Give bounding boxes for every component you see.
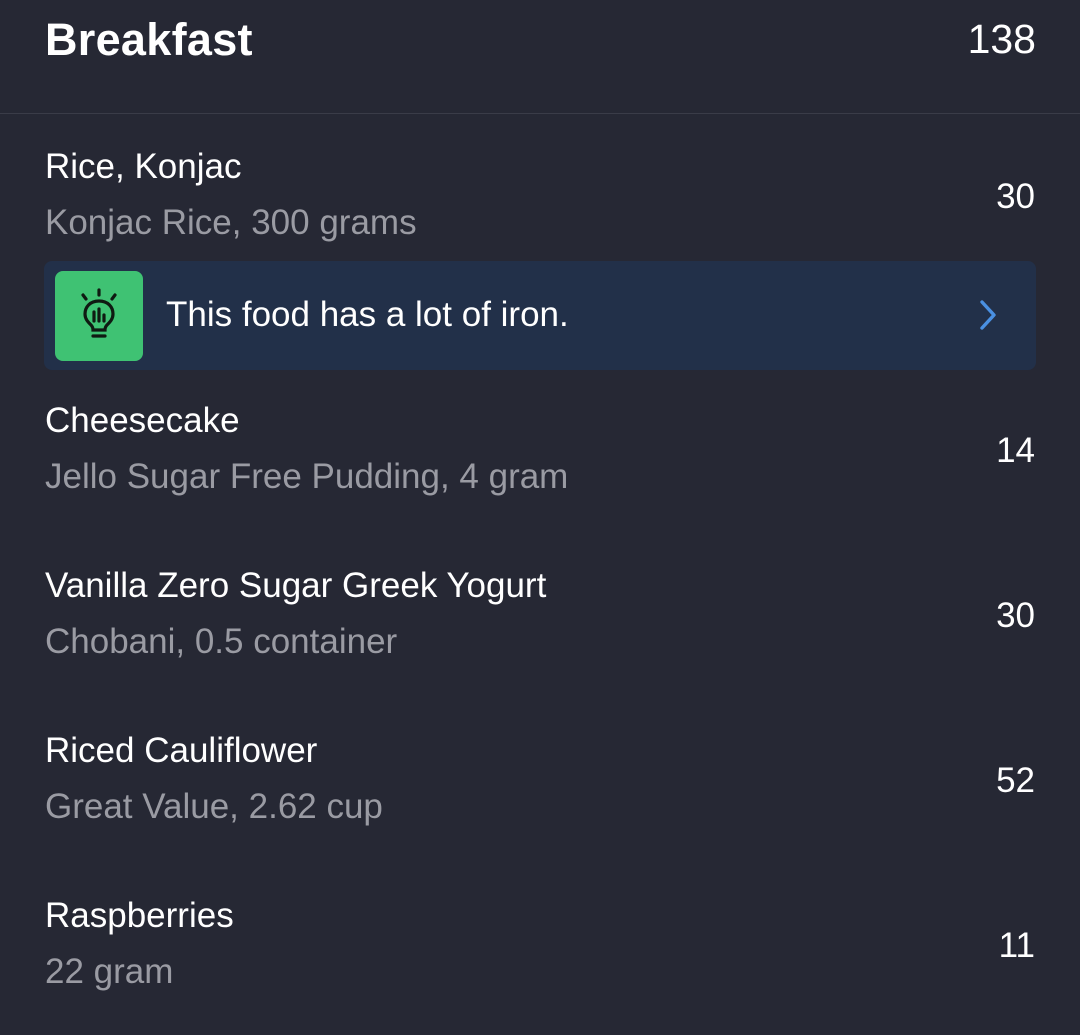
food-name: Cheesecake xyxy=(45,401,240,440)
food-calories: 30 xyxy=(996,177,1035,216)
food-entry[interactable]: Rice, Konjac Konjac Rice, 300 grams 30 xyxy=(0,147,1080,257)
lightbulb-icon-tile xyxy=(55,271,143,361)
food-name: Vanilla Zero Sugar Greek Yogurt xyxy=(45,566,547,605)
food-name: Raspberries xyxy=(45,896,234,935)
nutrition-insight-banner[interactable]: This food has a lot of iron. xyxy=(44,261,1036,370)
food-calories: 30 xyxy=(996,596,1035,635)
food-detail: Jello Sugar Free Pudding, 4 gram xyxy=(45,457,569,496)
food-detail: 22 gram xyxy=(45,952,174,991)
food-detail: Chobani, 0.5 container xyxy=(45,622,398,661)
food-entry[interactable]: Vanilla Zero Sugar Greek Yogurt Chobani,… xyxy=(0,566,1080,676)
insight-text: This food has a lot of iron. xyxy=(166,295,569,334)
meal-total-calories: 138 xyxy=(967,16,1036,62)
food-entry[interactable]: Riced Cauliflower Great Value, 2.62 cup … xyxy=(0,731,1080,841)
food-calories: 11 xyxy=(998,926,1035,965)
meal-log-screen: Breakfast 138 Rice, Konjac Konjac Rice, … xyxy=(0,0,1080,1035)
lightbulb-icon xyxy=(81,288,117,338)
food-calories: 52 xyxy=(996,761,1035,800)
food-name: Riced Cauliflower xyxy=(45,731,318,770)
food-detail: Great Value, 2.62 cup xyxy=(45,787,383,826)
food-detail: Konjac Rice, 300 grams xyxy=(45,203,417,242)
food-calories: 14 xyxy=(996,431,1035,470)
food-entry[interactable]: Raspberries 22 gram 11 xyxy=(0,896,1080,1006)
food-entry[interactable]: Cheesecake Jello Sugar Free Pudding, 4 g… xyxy=(0,401,1080,511)
food-name: Rice, Konjac xyxy=(45,147,242,186)
meal-header[interactable]: Breakfast 138 xyxy=(0,0,1080,114)
meal-title: Breakfast xyxy=(45,14,253,65)
chevron-right-icon[interactable] xyxy=(978,299,998,331)
